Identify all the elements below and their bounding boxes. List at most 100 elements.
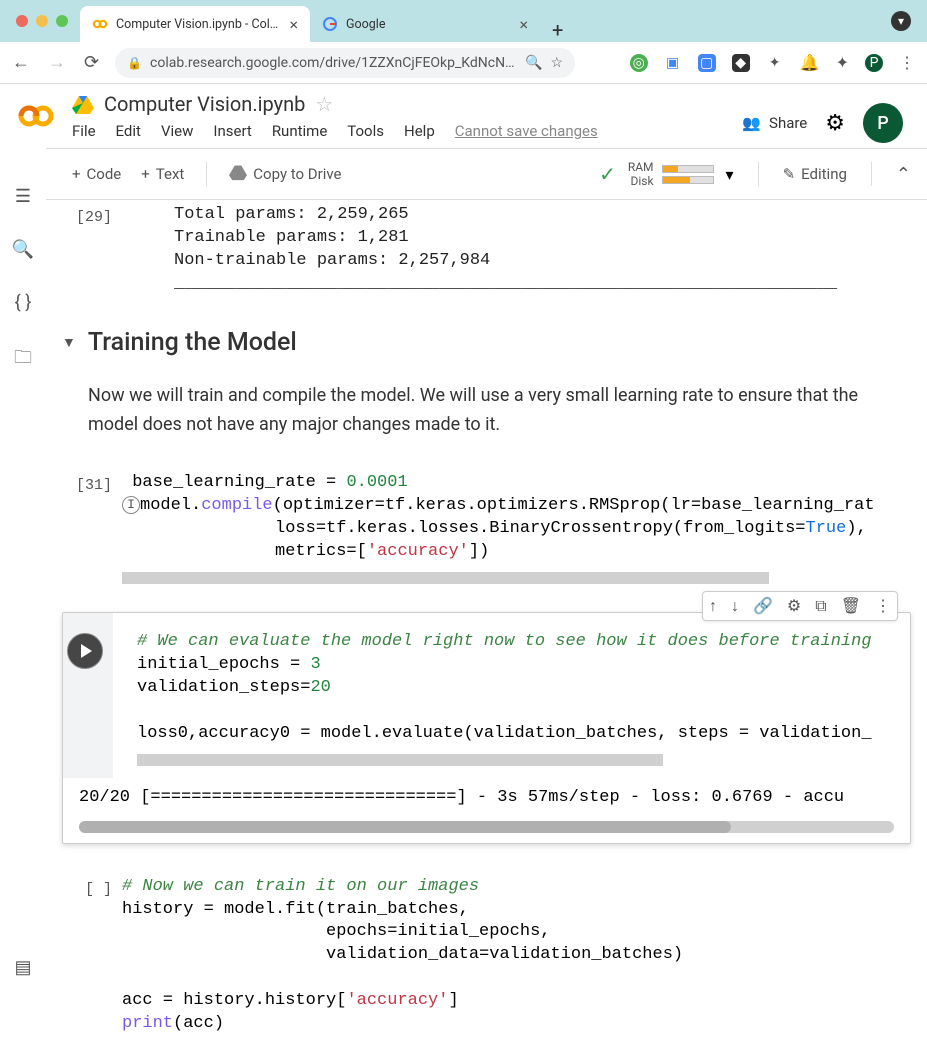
code-cell-active[interactable]: ↑ ↓ 🔗 ⚙ ⧉ 🗑 ⋮ # We can evaluate the mode…: [62, 612, 911, 844]
menu-edit[interactable]: Edit: [116, 122, 141, 140]
extension-icon-4[interactable]: ◆: [732, 54, 750, 72]
star-icon[interactable]: ☆: [315, 92, 333, 116]
editing-label: Editing: [801, 165, 847, 183]
menu-tools[interactable]: Tools: [347, 122, 384, 140]
maximize-window-button[interactable]: [56, 15, 68, 27]
tab-close-icon[interactable]: ×: [289, 15, 298, 34]
url-input[interactable]: 🔒 colab.research.google.com/drive/1ZZXnC…: [115, 48, 575, 78]
move-down-icon[interactable]: ↓: [731, 596, 739, 616]
share-label: Share: [769, 114, 807, 132]
mirror-icon[interactable]: ⧉: [815, 596, 826, 616]
forward-button[interactable]: →: [48, 52, 66, 73]
connection-ok-icon: ✓: [599, 162, 616, 186]
share-button[interactable]: 👥 Share: [742, 114, 807, 132]
move-up-icon[interactable]: ↑: [709, 596, 717, 616]
cell-toolbar: ↑ ↓ 🔗 ⚙ ⧉ 🗑 ⋮: [702, 591, 898, 621]
browser-address-bar: ← → ⟳ 🔒 colab.research.google.com/drive/…: [0, 42, 927, 84]
drive-copy-icon: [229, 163, 247, 185]
menu-insert[interactable]: Insert: [213, 122, 251, 140]
pencil-icon: ✎: [783, 165, 796, 183]
notifications-icon[interactable]: 🔔: [800, 53, 820, 72]
variables-icon[interactable]: { }: [15, 292, 32, 313]
cell-output-text: 20/20 [==============================] -…: [63, 778, 910, 817]
resource-indicator[interactable]: RAM Disk: [628, 160, 714, 189]
extension-icon-1[interactable]: ◎: [630, 54, 648, 72]
run-cell-button[interactable]: [67, 633, 103, 669]
share-icon: 👥: [742, 114, 761, 132]
browser-tab-active[interactable]: Computer Vision.ipynb - Colab ×: [80, 6, 310, 42]
cell-number: [ ]: [85, 881, 112, 898]
more-icon[interactable]: ⋮: [875, 596, 891, 616]
user-avatar[interactable]: P: [863, 103, 903, 143]
tab-title: Google: [346, 17, 511, 32]
left-sidebar: ☰ 🔍 { } 🗀: [0, 162, 46, 375]
horizontal-scrollbar[interactable]: [137, 754, 663, 766]
settings-gear-icon[interactable]: ⚙: [825, 111, 845, 136]
files-icon[interactable]: 🗀: [14, 345, 32, 375]
collapse-icon[interactable]: ⌃: [896, 164, 911, 185]
ram-label: RAM: [628, 160, 654, 174]
browser-menu-icon[interactable]: ⋮: [899, 53, 915, 72]
link-icon[interactable]: 🔗: [753, 596, 773, 616]
copy-to-drive-button[interactable]: Copy to Drive: [219, 159, 351, 189]
search-icon[interactable]: 🔍: [12, 239, 34, 260]
document-title[interactable]: Computer Vision.ipynb: [104, 92, 305, 116]
bookmark-star-icon[interactable]: ☆: [551, 55, 564, 71]
tab-close-icon[interactable]: ×: [519, 15, 528, 34]
toc-icon[interactable]: ☰: [15, 186, 31, 207]
menu-runtime[interactable]: Runtime: [272, 122, 327, 140]
cell-number: [31]: [76, 477, 112, 494]
browser-tab[interactable]: Google ×: [310, 6, 540, 42]
output-scrollbar[interactable]: [79, 821, 894, 833]
delete-icon[interactable]: 🗑: [841, 596, 861, 616]
colab-favicon: [92, 16, 108, 32]
back-button[interactable]: ←: [12, 52, 30, 73]
notebook-toolbar: +Code +Text Copy to Drive ✓ RAM Disk ▾ ✎…: [46, 148, 927, 200]
cell-output: Total params: 2,259,265 Trainable params…: [174, 204, 837, 296]
mode-editing-button[interactable]: ✎ Editing: [783, 165, 847, 183]
close-window-button[interactable]: [16, 15, 28, 27]
section-title: Training the Model: [88, 328, 297, 357]
colab-logo-icon[interactable]: [16, 96, 56, 136]
minimize-window-button[interactable]: [36, 15, 48, 27]
tab-title: Computer Vision.ipynb - Colab: [116, 17, 281, 32]
menu-help[interactable]: Help: [404, 122, 435, 140]
reload-button[interactable]: ⟳: [84, 52, 99, 73]
drive-icon: [72, 93, 94, 115]
window-controls: [16, 15, 68, 27]
menu-view[interactable]: View: [161, 122, 193, 140]
terminal-icon[interactable]: ▤: [14, 957, 31, 978]
section-body-text: Now we will train and compile the model.…: [88, 381, 911, 440]
browser-tab-strip: Computer Vision.ipynb - Colab × Google ×…: [0, 0, 927, 42]
extension-icon-2[interactable]: ▣: [664, 54, 682, 72]
zoom-icon[interactable]: 🔍: [525, 55, 542, 71]
browser-profile-icon[interactable]: P: [865, 54, 883, 72]
code-cell-31[interactable]: [31] base_learning_rate = 0.0001 Imodel.…: [62, 472, 911, 584]
lock-icon: 🔒: [127, 56, 142, 70]
cell-settings-icon[interactable]: ⚙: [787, 596, 801, 616]
profile-menu-icon[interactable]: ▾: [891, 11, 911, 31]
add-code-button[interactable]: +Code: [62, 161, 131, 187]
new-tab-button[interactable]: +: [540, 18, 575, 42]
notebook-content: [29] Total params: 2,259,265 Trainable p…: [46, 200, 927, 1036]
add-code-label: Code: [87, 165, 122, 183]
add-text-button[interactable]: +Text: [131, 161, 194, 187]
code-cell-empty[interactable]: [ ] # Now we can train it on our images …: [62, 876, 911, 1037]
url-text: colab.research.google.com/drive/1ZZXnCjF…: [150, 55, 517, 71]
horizontal-scrollbar[interactable]: [122, 572, 769, 584]
cursor-indicator: I: [122, 496, 140, 514]
runtime-dropdown-icon[interactable]: ▾: [726, 165, 734, 184]
section-caret-icon[interactable]: ▼: [62, 334, 76, 351]
section-heading[interactable]: ▼ Training the Model: [62, 328, 911, 357]
cell-number: [29]: [76, 209, 112, 226]
copy-drive-label: Copy to Drive: [253, 165, 341, 183]
disk-label: Disk: [628, 174, 654, 188]
extensions-icon[interactable]: ✦: [836, 53, 849, 72]
extension-icon-3[interactable]: ▢: [698, 54, 716, 72]
add-text-label: Text: [156, 165, 185, 183]
extension-icon-5[interactable]: ✦: [766, 54, 784, 72]
menu-file[interactable]: File: [72, 122, 96, 140]
colab-header: Computer Vision.ipynb ☆ File Edit View I…: [0, 84, 927, 148]
readonly-warning[interactable]: Cannot save changes: [455, 122, 598, 140]
google-favicon: [322, 16, 338, 32]
